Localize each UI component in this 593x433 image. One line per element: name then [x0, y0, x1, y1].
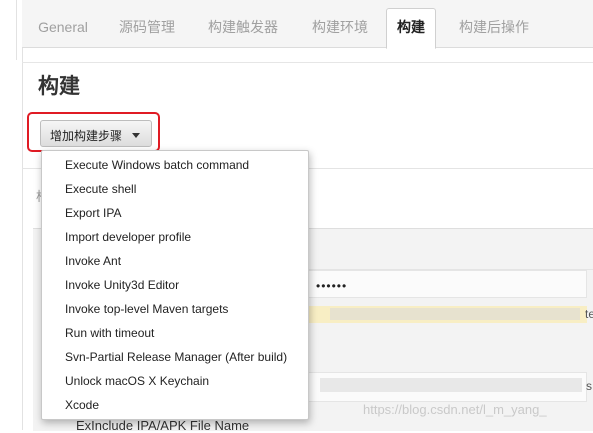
partial-text: s — [586, 379, 592, 393]
add-build-step-button[interactable]: 增加构建步骤 — [40, 120, 152, 147]
caret-down-icon — [132, 133, 140, 138]
config-tab-bar: General 源码管理 构建触发器 构建环境 构建 构建后操作 — [22, 0, 593, 49]
page-edge — [16, 0, 17, 60]
add-build-step-label: 增加构建步骤 — [50, 129, 123, 143]
tab-build-triggers[interactable]: 构建触发器 — [206, 12, 280, 42]
obscured-text — [320, 378, 582, 392]
password-field[interactable] — [305, 270, 587, 298]
partial-text: te — [585, 307, 593, 321]
menu-item-invoke-ant[interactable]: Invoke Ant — [65, 249, 121, 273]
menu-item-execute-shell[interactable]: Execute shell — [65, 177, 136, 201]
tab-build-environment[interactable]: 构建环境 — [309, 12, 371, 42]
masked-password: •••••• — [316, 279, 348, 293]
section-title: 构建 — [38, 75, 80, 98]
tab-build[interactable]: 构建 — [386, 8, 436, 49]
menu-item-xcode[interactable]: Xcode — [65, 393, 99, 417]
menu-item-import-developer-profile[interactable]: Import developer profile — [65, 225, 191, 249]
divider — [22, 62, 593, 63]
menu-item-invoke-unity3d-editor[interactable]: Invoke Unity3d Editor — [65, 273, 179, 297]
watermark: https://blog.csdn.net/l_m_yang_ — [363, 402, 547, 417]
obscured-text — [330, 308, 580, 320]
menu-item-svn-partial-release[interactable]: Svn-Partial Release Manager (After build… — [65, 345, 287, 369]
page-edge — [22, 0, 23, 430]
tab-source-management[interactable]: 源码管理 — [116, 12, 178, 42]
ipa-apk-file-name-label: ExInclude IPA/APK File Name — [76, 418, 250, 433]
menu-item-export-ipa[interactable]: Export IPA — [65, 201, 121, 225]
menu-item-invoke-maven-targets[interactable]: Invoke top-level Maven targets — [65, 297, 228, 321]
tab-post-build-actions[interactable]: 构建后操作 — [456, 12, 532, 42]
build-step-dropdown-menu: Execute Windows batch command Execute sh… — [41, 150, 309, 420]
menu-item-unlock-keychain[interactable]: Unlock macOS X Keychain — [65, 369, 209, 393]
tab-general[interactable]: General — [38, 12, 88, 42]
menu-item-run-with-timeout[interactable]: Run with timeout — [65, 321, 154, 345]
menu-item-execute-windows-batch[interactable]: Execute Windows batch command — [65, 153, 249, 177]
